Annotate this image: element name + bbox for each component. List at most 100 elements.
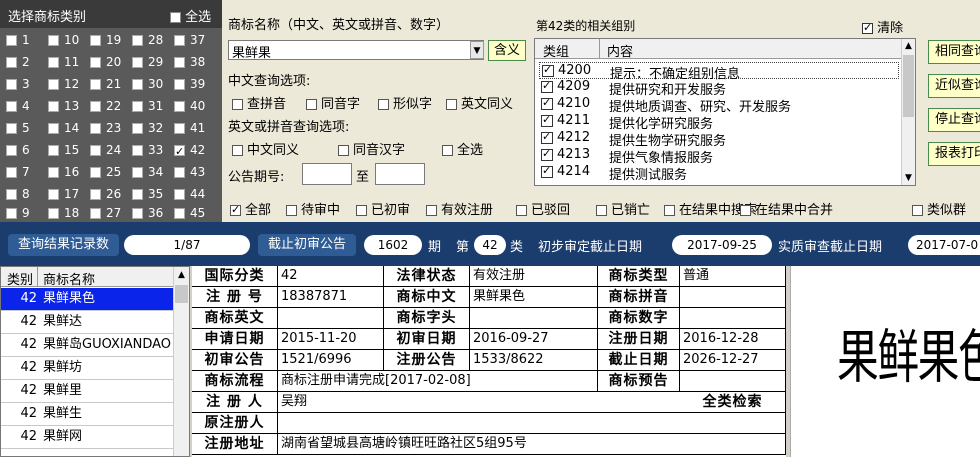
checkbox-icon[interactable] xyxy=(90,208,101,219)
checkbox-icon[interactable] xyxy=(542,65,554,77)
group-row[interactable]: 4200提示：不确定组别信息 xyxy=(539,62,899,82)
checkbox-icon[interactable] xyxy=(132,145,143,156)
meaning-button[interactable]: 含义 xyxy=(488,40,526,61)
select-all-classes[interactable]: 全选 xyxy=(170,6,211,25)
result-row[interactable]: 42 果鲜岛GUOXIANDAO xyxy=(1,334,173,357)
class-option-4[interactable]: 4 xyxy=(6,97,30,115)
class-option-13[interactable]: 13 xyxy=(48,97,79,115)
checkbox-icon[interactable] xyxy=(516,205,527,216)
class-option-9[interactable]: 9 xyxy=(6,204,30,222)
checkbox-icon[interactable] xyxy=(90,123,101,134)
filter-2[interactable]: 已初审 xyxy=(356,199,410,218)
class-option-45[interactable]: 45 xyxy=(174,204,205,222)
chinese-option-2[interactable]: 形似字 xyxy=(378,93,432,112)
filter-5[interactable]: 已销亡 xyxy=(596,199,650,218)
checkbox-icon[interactable] xyxy=(6,35,17,46)
class-option-29[interactable]: 29 xyxy=(132,53,163,71)
class-option-40[interactable]: 40 xyxy=(174,97,205,115)
class-option-26[interactable]: 26 xyxy=(90,185,121,203)
class-option-43[interactable]: 43 xyxy=(174,163,205,181)
filter-8[interactable]: 类似群 xyxy=(912,199,966,218)
class-option-44[interactable]: 44 xyxy=(174,185,205,203)
checkbox-icon[interactable] xyxy=(541,132,553,144)
class-option-6[interactable]: 6 xyxy=(6,141,30,159)
checkbox-icon[interactable] xyxy=(132,35,143,46)
checkbox-icon[interactable] xyxy=(6,167,17,178)
group-row[interactable]: 4210提供地质调查、研究、开发服务 xyxy=(539,96,899,115)
class-option-20[interactable]: 20 xyxy=(90,53,121,71)
checkbox-icon[interactable] xyxy=(132,123,143,134)
all-class-search-button[interactable]: 全类检索 xyxy=(680,392,786,413)
checkbox-icon[interactable] xyxy=(426,205,437,216)
checkbox-icon[interactable] xyxy=(912,205,923,216)
class-option-32[interactable]: 32 xyxy=(132,119,163,137)
checkbox-icon[interactable] xyxy=(541,166,553,178)
checkbox-icon[interactable] xyxy=(48,35,59,46)
checkbox-icon[interactable] xyxy=(174,208,185,219)
checkbox-icon[interactable] xyxy=(541,98,553,110)
filter-3[interactable]: 有效注册 xyxy=(426,199,493,218)
filter-0[interactable]: 全部 xyxy=(230,199,271,218)
class-option-1[interactable]: 1 xyxy=(6,31,30,49)
result-row[interactable]: 42 果鲜达 xyxy=(1,311,173,334)
checkbox-icon[interactable] xyxy=(48,101,59,112)
class-option-10[interactable]: 10 xyxy=(48,31,79,49)
class-option-33[interactable]: 33 xyxy=(132,141,163,159)
checkbox-icon[interactable] xyxy=(356,205,367,216)
side-button-2[interactable]: 停止查询 xyxy=(928,108,980,132)
filter-7[interactable]: 在结果中合并 xyxy=(740,199,833,218)
checkbox-icon[interactable] xyxy=(174,189,185,200)
checkbox-icon[interactable] xyxy=(6,189,17,200)
english-option-2[interactable]: 全选 xyxy=(442,139,483,158)
checkbox-icon[interactable] xyxy=(48,123,59,134)
checkbox-icon[interactable] xyxy=(338,145,349,156)
clear-groups[interactable]: 清除 xyxy=(862,17,903,36)
checkbox-icon[interactable] xyxy=(48,167,59,178)
class-option-7[interactable]: 7 xyxy=(6,163,30,181)
checkbox-icon[interactable] xyxy=(862,23,873,34)
class-option-3[interactable]: 3 xyxy=(6,75,30,93)
class-option-28[interactable]: 28 xyxy=(132,31,163,49)
result-scrollbar[interactable]: ▲ xyxy=(173,267,189,456)
class-option-25[interactable]: 25 xyxy=(90,163,121,181)
checkbox-icon[interactable] xyxy=(446,99,457,110)
class-option-2[interactable]: 2 xyxy=(6,53,30,71)
result-row[interactable]: 42 果鲜生 xyxy=(1,403,173,426)
checkbox-icon[interactable] xyxy=(541,149,553,161)
class-option-42[interactable]: 42 xyxy=(174,141,205,159)
chinese-option-1[interactable]: 同音字 xyxy=(306,93,360,112)
group-row[interactable]: 4212提供生物学研究服务 xyxy=(539,130,899,149)
checkbox-icon[interactable] xyxy=(48,208,59,219)
group-row[interactable]: 4209提供研究和开发服务 xyxy=(539,79,899,98)
scroll-thumb[interactable] xyxy=(175,285,188,303)
chevron-down-icon[interactable]: ▼ xyxy=(470,41,484,59)
checkbox-icon[interactable] xyxy=(232,99,243,110)
checkbox-icon[interactable] xyxy=(132,189,143,200)
filter-1[interactable]: 待审中 xyxy=(286,199,340,218)
side-button-0[interactable]: 相同查询 xyxy=(928,40,980,64)
class-option-22[interactable]: 22 xyxy=(90,97,121,115)
class-option-8[interactable]: 8 xyxy=(6,185,30,203)
group-row[interactable]: 4213提供气象情报服务 xyxy=(539,147,899,166)
chinese-option-0[interactable]: 查拼音 xyxy=(232,93,286,112)
english-option-1[interactable]: 同音汉字 xyxy=(338,139,405,158)
checkbox-icon[interactable] xyxy=(48,57,59,68)
checkbox-icon[interactable] xyxy=(90,189,101,200)
chevron-up-icon[interactable]: ▲ xyxy=(174,267,189,283)
class-option-38[interactable]: 38 xyxy=(174,53,205,71)
checkbox-icon[interactable] xyxy=(174,79,185,90)
checkbox-icon[interactable] xyxy=(740,205,751,216)
checkbox-icon[interactable] xyxy=(378,99,389,110)
checkbox-icon[interactable] xyxy=(306,99,317,110)
checkbox-icon[interactable] xyxy=(48,145,59,156)
checkbox-icon[interactable] xyxy=(6,101,17,112)
checkbox-icon[interactable] xyxy=(132,101,143,112)
checkbox-icon[interactable] xyxy=(6,123,17,134)
checkbox-icon[interactable] xyxy=(132,208,143,219)
checkbox-icon[interactable] xyxy=(6,79,17,90)
checkbox-icon[interactable] xyxy=(541,115,553,127)
class-option-21[interactable]: 21 xyxy=(90,75,121,93)
english-option-0[interactable]: 中文同义 xyxy=(232,139,299,158)
chevron-down-icon[interactable]: ▼ xyxy=(902,171,915,185)
checkbox-icon[interactable] xyxy=(286,205,297,216)
